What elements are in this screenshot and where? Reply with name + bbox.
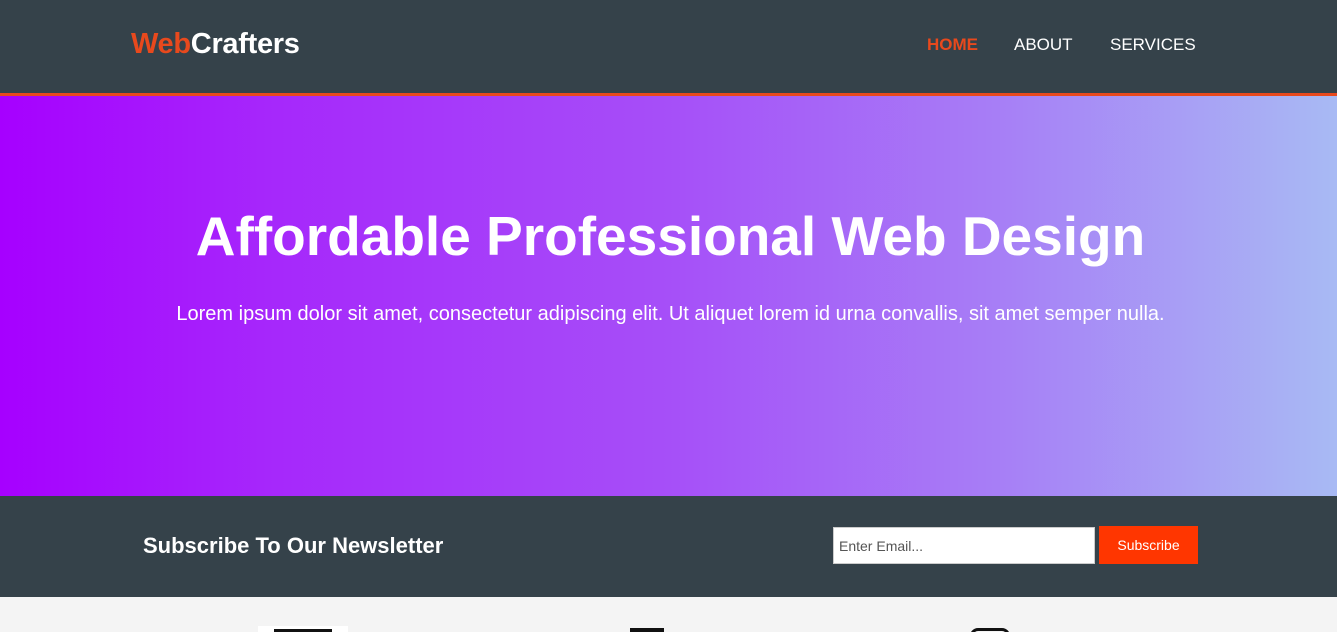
newsletter-section: Subscribe To Our Newsletter Subscribe xyxy=(0,496,1337,597)
logo-text: Crafters xyxy=(190,28,300,60)
newsletter-heading: Subscribe To Our Newsletter xyxy=(143,533,444,558)
hero-showcase: Affordable Professional Web Design Lorem… xyxy=(0,96,1337,496)
nav-link-about[interactable]: About xyxy=(1014,35,1073,55)
nav-link-services[interactable]: Services xyxy=(1110,35,1196,55)
css3-icon xyxy=(630,626,664,632)
brush-icon xyxy=(966,626,1014,632)
logo-highlight: Web xyxy=(131,28,191,60)
nav-link-home[interactable]: Home xyxy=(927,35,978,55)
html5-icon xyxy=(258,626,348,632)
hero-title: Affordable Professional Web Design xyxy=(195,205,1146,267)
hero-text: Lorem ipsum dolor sit amet, consectetur … xyxy=(176,303,1165,325)
site-logo[interactable]: WebCrafters xyxy=(131,28,300,61)
subscribe-button[interactable]: Subscribe xyxy=(1099,526,1198,564)
site-header: WebCrafters Home About Services xyxy=(0,0,1337,96)
email-field[interactable] xyxy=(833,527,1095,564)
feature-boxes xyxy=(0,597,1337,632)
